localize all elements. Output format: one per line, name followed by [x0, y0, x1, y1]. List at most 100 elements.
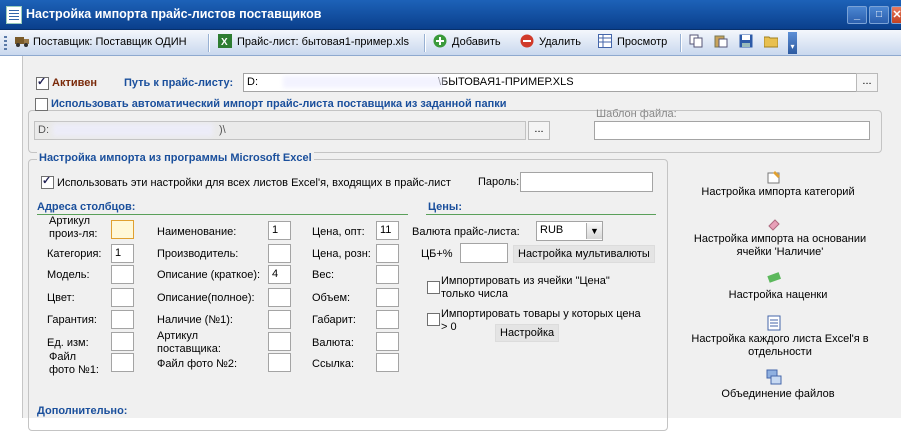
close-button[interactable]: ✕: [891, 6, 901, 24]
delete-label: Удалить: [539, 36, 581, 48]
field-input-stock-1[interactable]: [268, 310, 291, 329]
title-bar: Настройка импорта прайс-листов поставщик…: [0, 0, 901, 30]
field-input-photo-2[interactable]: [268, 353, 291, 372]
field-label-manufacturer: Производитель:: [157, 248, 239, 260]
category-settings-link[interactable]: Настройка импорта категорий: [683, 186, 873, 199]
field-input-link[interactable]: [376, 353, 399, 372]
field-input-dimensions[interactable]: [376, 310, 399, 329]
multicurrency-button[interactable]: Настройка мультивалюты: [513, 245, 655, 263]
auto-import-checkbox[interactable]: [35, 98, 48, 111]
field-input-price-retail[interactable]: [376, 244, 399, 263]
paste-icon: [714, 34, 728, 48]
password-input[interactable]: [520, 172, 653, 192]
field-input-full-desc[interactable]: [268, 288, 291, 307]
field-label-currency: Валюта:: [312, 337, 354, 349]
field-input-category[interactable]: 1: [111, 244, 134, 263]
merge-files-link[interactable]: Объединение файлов: [683, 388, 873, 401]
add-icon: [433, 34, 447, 48]
redacted-folder: [53, 124, 213, 136]
field-input-article-supplier[interactable]: [268, 332, 291, 351]
use-all-sheets-checkbox[interactable]: [41, 174, 54, 189]
template-label: Шаблон файла:: [596, 108, 677, 120]
toolbar-overflow-icon[interactable]: ▾: [788, 32, 797, 54]
merge-files-icon: [766, 369, 782, 385]
maximize-button[interactable]: □: [869, 6, 889, 24]
field-input-photo-1[interactable]: [111, 353, 134, 372]
preview-label: Просмотр: [617, 36, 668, 48]
field-label-full-desc: Описание(полное):: [157, 292, 255, 304]
currency-label: Валюта прайс-листа:: [412, 226, 520, 238]
prices-title: Цены:: [428, 201, 462, 213]
field-input-weight[interactable]: [376, 265, 399, 284]
copy-icon: [689, 34, 703, 48]
supplier-label: Поставщик: Поставщик ОДИН: [33, 36, 187, 48]
import-positive-checkbox[interactable]: [427, 313, 440, 326]
each-sheet-settings-link[interactable]: Настройка каждого листа Excel'я в отдель…: [680, 333, 880, 359]
active-checkbox[interactable]: [36, 75, 49, 90]
template-input[interactable]: [594, 121, 870, 140]
money-icon: [766, 269, 782, 285]
paste-button[interactable]: [714, 34, 733, 51]
path-value-prefix: D:: [247, 76, 258, 88]
use-all-sheets-label: Использовать эти настройки для всех лист…: [57, 177, 451, 189]
delete-button[interactable]: Удалить: [520, 34, 581, 51]
eraser-icon: [766, 216, 782, 232]
window-title: Настройка импорта прайс-листов поставщик…: [26, 7, 322, 21]
add-button[interactable]: Добавить: [433, 34, 501, 51]
field-input-article-maker[interactable]: [111, 220, 134, 239]
browse-path-button[interactable]: ...: [856, 73, 878, 92]
settings-button[interactable]: Настройка: [495, 324, 560, 342]
chevron-down-icon[interactable]: ▼: [586, 223, 602, 239]
field-label-unit: Ед. изм:: [47, 337, 89, 349]
minimize-button[interactable]: _: [847, 6, 867, 24]
save-icon: [739, 34, 753, 48]
toolbar-separator: [424, 34, 425, 52]
browse-folder-button[interactable]: ...: [528, 121, 550, 140]
toolbar-separator: [680, 34, 681, 52]
category-settings-icon: [766, 169, 782, 185]
field-label-model: Модель:: [47, 269, 90, 281]
copy-button[interactable]: [689, 34, 708, 51]
supplier-button[interactable]: Поставщик: Поставщик ОДИН: [14, 34, 187, 51]
field-label-article-supplier: Артикул поставщика:: [157, 330, 221, 355]
pricelist-button[interactable]: X Прайс-лист: бытовая1-пример.xls: [218, 34, 409, 51]
field-label-price-wholesale: Цена, опт:: [312, 226, 365, 238]
field-label-photo-2: Файл фото №2:: [157, 358, 238, 370]
columns-title: Адреса столбцов:: [37, 201, 136, 213]
field-input-model[interactable]: [111, 265, 134, 284]
save-button[interactable]: [739, 34, 758, 51]
toolbar-grip-icon[interactable]: [4, 36, 7, 50]
field-label-category: Категория:: [47, 248, 102, 260]
import-numbers-checkbox[interactable]: [427, 281, 440, 294]
folder-icon: [763, 34, 779, 48]
app-icon: [6, 6, 22, 24]
table-icon: [598, 34, 612, 48]
svg-text:X: X: [221, 37, 228, 48]
delete-icon: [520, 34, 534, 48]
cb-percent-input[interactable]: [460, 243, 508, 263]
field-input-volume[interactable]: [376, 288, 399, 307]
pricelist-label: Прайс-лист: бытовая1-пример.xls: [237, 36, 409, 48]
availability-settings-link[interactable]: Настройка импорта на основании ячейки 'Н…: [680, 233, 880, 259]
field-label-price-retail: Цена, розн:: [312, 248, 371, 260]
field-input-price-wholesale[interactable]: 11: [376, 221, 399, 240]
excel-icon: X: [218, 34, 232, 48]
field-input-short-desc[interactable]: 4: [268, 265, 291, 284]
toolbar-separator: [208, 34, 209, 52]
field-input-manufacturer[interactable]: [268, 244, 291, 263]
currency-value: RUB: [540, 224, 564, 236]
field-input-unit[interactable]: [111, 332, 134, 351]
field-label-color: Цвет:: [47, 292, 75, 304]
field-label-name: Наименование:: [157, 226, 237, 238]
password-label: Пароль:: [478, 176, 520, 188]
field-input-warranty[interactable]: [111, 310, 134, 329]
open-folder-button[interactable]: [763, 34, 783, 51]
field-label-article-maker: Артикул произ-ля:: [49, 215, 98, 240]
field-label-weight: Вес:: [312, 269, 335, 281]
cb-label: ЦБ+%: [421, 248, 453, 260]
field-input-color[interactable]: [111, 288, 134, 307]
markup-settings-link[interactable]: Настройка наценки: [683, 289, 873, 302]
field-input-name[interactable]: 1: [268, 221, 291, 240]
field-input-currency[interactable]: [376, 332, 399, 351]
preview-button[interactable]: Просмотр: [598, 34, 667, 51]
